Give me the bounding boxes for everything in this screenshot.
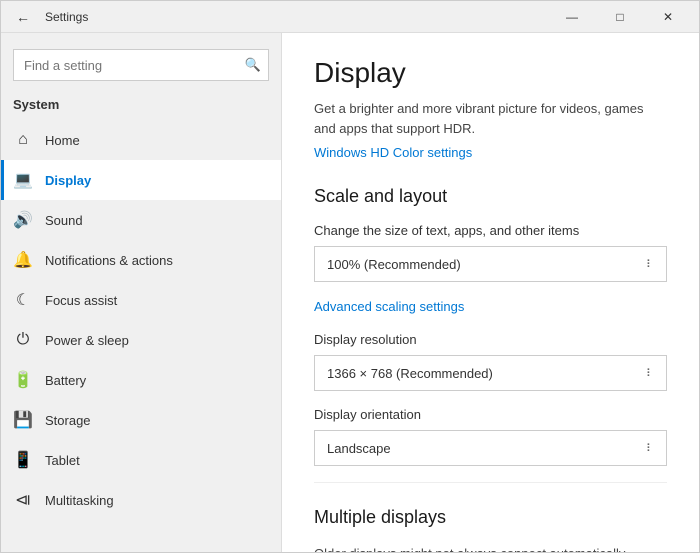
notifications-icon: 🔔 [13,250,33,270]
sidebar-item-storage[interactable]: 💾 Storage [1,400,281,440]
sidebar-item-display-label: Display [45,173,91,188]
sidebar-item-focus[interactable]: ☾ Focus assist [1,280,281,320]
home-icon: ⌂ [13,130,33,150]
orientation-dropdown-arrow: ⠇ [646,442,654,455]
section-divider [314,482,667,483]
sidebar-item-notifications-label: Notifications & actions [45,253,173,268]
titlebar-controls: — □ ✕ [549,1,691,33]
battery-icon: 🔋 [13,370,33,390]
sidebar-item-sound[interactable]: 🔊 Sound [1,200,281,240]
sidebar-item-storage-label: Storage [45,413,91,428]
system-label: System [1,93,281,120]
orientation-label: Display orientation [314,407,667,422]
resolution-label: Display resolution [314,332,667,347]
scale-dropdown-arrow: ⠇ [646,258,654,271]
scale-label: Change the size of text, apps, and other… [314,223,667,238]
scale-dropdown[interactable]: 100% (Recommended) ⠇ [314,246,667,282]
resolution-dropdown[interactable]: 1366 × 768 (Recommended) ⠇ [314,355,667,391]
sidebar-item-notifications[interactable]: 🔔 Notifications & actions [1,240,281,280]
hdr-link[interactable]: Windows HD Color settings [314,145,472,160]
resolution-dropdown-value: 1366 × 768 (Recommended) [327,366,493,381]
search-icon: 🔍 [245,57,261,73]
sidebar-item-display[interactable]: 💻 Display [1,160,281,200]
back-button[interactable]: ← [9,3,37,31]
window-title: Settings [45,10,88,24]
orientation-dropdown-value: Landscape [327,441,391,456]
sidebar-item-home[interactable]: ⌂ Home [1,120,281,160]
multiple-displays-title: Multiple displays [314,507,667,528]
tablet-icon: 📱 [13,450,33,470]
titlebar: ← Settings — □ ✕ [1,1,699,33]
sidebar-item-multitasking[interactable]: ⧏ Multitasking [1,480,281,520]
sound-icon: 🔊 [13,210,33,230]
titlebar-left: ← Settings [9,3,88,31]
display-icon: 💻 [13,170,33,190]
search-input[interactable] [13,49,269,81]
sidebar-item-tablet-label: Tablet [45,453,80,468]
page-title: Display [314,57,667,89]
scale-section-title: Scale and layout [314,186,667,207]
sidebar-item-battery-label: Battery [45,373,86,388]
close-button[interactable]: ✕ [645,1,691,33]
settings-window: ← Settings — □ ✕ 🔍 System ⌂ Home 💻 Displ… [0,0,700,553]
sidebar-item-focus-label: Focus assist [45,293,117,308]
advanced-scaling-link[interactable]: Advanced scaling settings [314,299,464,314]
orientation-dropdown[interactable]: Landscape ⠇ [314,430,667,466]
sidebar-item-power[interactable]: ⏻ Power & sleep [1,320,281,360]
main-content: Display Get a brighter and more vibrant … [281,33,699,552]
power-icon: ⏻ [13,330,33,350]
sidebar-item-sound-label: Sound [45,213,83,228]
search-container: 🔍 [13,49,269,81]
maximize-button[interactable]: □ [597,1,643,33]
sidebar-item-home-label: Home [45,133,80,148]
sidebar-item-power-label: Power & sleep [45,333,129,348]
storage-icon: 💾 [13,410,33,430]
resolution-dropdown-arrow: ⠇ [646,367,654,380]
scale-dropdown-value: 100% (Recommended) [327,257,461,272]
content-area: 🔍 System ⌂ Home 💻 Display 🔊 Sound 🔔 Noti… [1,33,699,552]
multitasking-icon: ⧏ [13,490,33,510]
focus-icon: ☾ [13,290,33,310]
sidebar-item-multitasking-label: Multitasking [45,493,114,508]
minimize-button[interactable]: — [549,1,595,33]
multiple-displays-desc: Older displays might not always connect … [314,544,667,552]
sidebar-item-tablet[interactable]: 📱 Tablet [1,440,281,480]
sidebar: 🔍 System ⌂ Home 💻 Display 🔊 Sound 🔔 Noti… [1,33,281,552]
sidebar-item-battery[interactable]: 🔋 Battery [1,360,281,400]
page-description: Get a brighter and more vibrant picture … [314,99,667,138]
